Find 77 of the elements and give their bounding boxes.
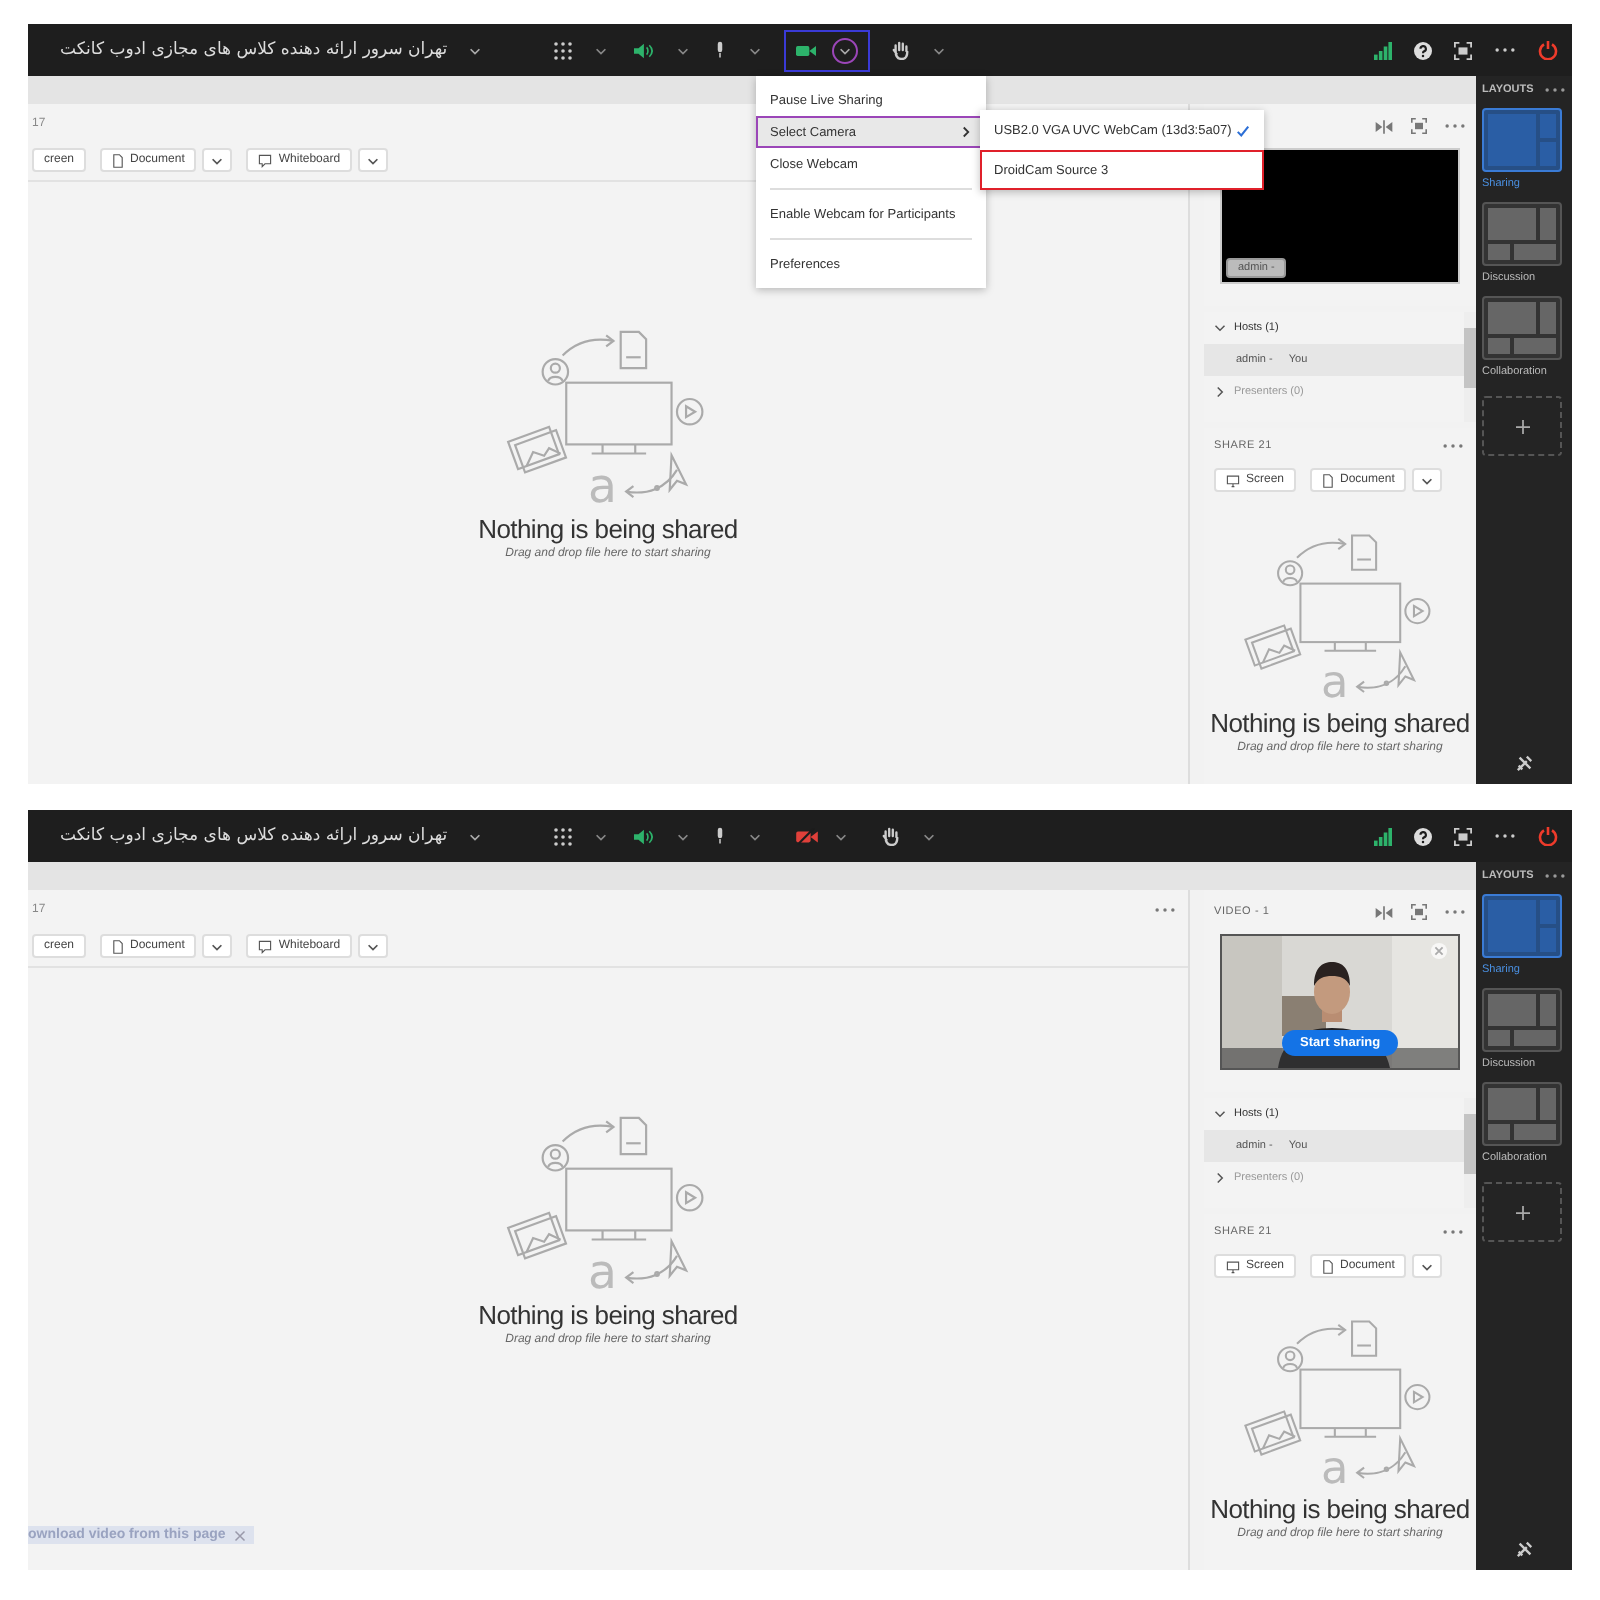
dropdown-button[interactable]	[358, 934, 389, 958]
tools-icon[interactable]	[1515, 754, 1533, 772]
power-icon[interactable]	[1538, 40, 1558, 60]
hand-icon[interactable]	[882, 826, 900, 846]
grid-icon[interactable]	[554, 41, 572, 59]
meeting-title: تهران سرور ارائه دهنده کلاس های مجازی ادوب کانکت	[60, 826, 448, 846]
signal-icon[interactable]	[1374, 827, 1392, 845]
chevron-down-icon[interactable]	[838, 43, 852, 57]
camera-icon[interactable]	[796, 43, 816, 57]
plus-icon	[1515, 1205, 1529, 1219]
more-icon[interactable]	[1544, 86, 1566, 94]
chevron-down-icon	[1214, 322, 1226, 334]
chevron-down-icon	[366, 153, 381, 167]
letter-glyph: a	[588, 457, 617, 509]
tools-icon[interactable]	[1515, 1540, 1533, 1558]
dropdown-button[interactable]	[1412, 468, 1443, 492]
chevron-down-icon[interactable]	[594, 43, 608, 57]
scrollbar[interactable]	[1464, 312, 1476, 422]
chevron-down-icon[interactable]	[932, 43, 946, 57]
chevron-down-icon	[1214, 1108, 1226, 1120]
letter-glyph: a	[1321, 656, 1349, 703]
chevron-right-icon	[960, 126, 972, 138]
empty-state-title: Nothing is being shared	[478, 1299, 738, 1329]
speaker-icon[interactable]	[632, 41, 654, 59]
chevron-down-icon	[366, 939, 381, 953]
microphone-icon[interactable]	[714, 40, 726, 60]
chevron-down-icon[interactable]	[748, 43, 762, 57]
hand-icon[interactable]	[892, 40, 910, 60]
chevron-down-icon	[1420, 473, 1435, 487]
chevron-down-icon[interactable]	[594, 829, 608, 843]
fullscreen-icon[interactable]	[1454, 41, 1472, 59]
speaker-icon[interactable]	[632, 827, 654, 845]
power-icon[interactable]	[1538, 826, 1558, 846]
meeting-title: تهران سرور ارائه دهنده کلاس های مجازی ادوب کانکت	[60, 40, 448, 60]
dropdown-button[interactable]	[202, 148, 233, 172]
dropdown-button[interactable]	[202, 934, 233, 958]
document-icon	[1322, 1259, 1335, 1273]
microphone-icon[interactable]	[714, 826, 726, 846]
mirror-icon[interactable]	[1374, 119, 1394, 133]
scrollbar[interactable]	[1464, 1098, 1476, 1208]
grid-icon[interactable]	[554, 827, 572, 845]
chevron-down-icon[interactable]	[467, 43, 482, 57]
chevron-down-icon[interactable]	[748, 829, 762, 843]
chevron-right-icon	[1214, 1172, 1226, 1184]
chevron-down-icon	[210, 153, 225, 167]
chevron-down-icon[interactable]	[834, 829, 848, 843]
chevron-down-icon[interactable]	[676, 829, 690, 843]
more-icon[interactable]	[1494, 46, 1516, 54]
whiteboard-icon	[258, 153, 273, 167]
more-icon[interactable]	[1544, 872, 1566, 880]
empty-state-title: Nothing is being shared	[1210, 1493, 1470, 1523]
chevron-down-icon	[1420, 1259, 1435, 1273]
chevron-down-icon	[210, 939, 225, 953]
mirror-icon[interactable]	[1374, 905, 1394, 919]
camera-off-icon[interactable]	[796, 827, 818, 845]
chevron-down-icon[interactable]	[676, 43, 690, 57]
document-icon	[112, 153, 125, 167]
plus-icon	[1515, 419, 1529, 433]
document-icon	[1322, 473, 1335, 487]
monitor-icon	[1226, 1259, 1240, 1273]
signal-icon[interactable]	[1374, 41, 1392, 59]
dropdown-button[interactable]	[1412, 1254, 1443, 1278]
help-icon[interactable]	[1414, 827, 1432, 845]
empty-state-title: Nothing is being shared	[478, 513, 738, 543]
document-icon	[112, 939, 125, 953]
more-icon[interactable]	[1494, 832, 1516, 840]
fullscreen-icon[interactable]	[1454, 827, 1472, 845]
chevron-right-icon	[1214, 386, 1226, 398]
monitor-icon	[1226, 473, 1240, 487]
chevron-down-icon[interactable]	[922, 829, 936, 843]
help-icon[interactable]	[1414, 41, 1432, 59]
chevron-down-icon[interactable]	[467, 829, 482, 843]
empty-state-title: Nothing is being shared	[1210, 707, 1470, 737]
letter-glyph: a	[1321, 1442, 1349, 1489]
letter-glyph: a	[588, 1243, 617, 1295]
dropdown-button[interactable]	[358, 148, 389, 172]
whiteboard-icon	[258, 939, 273, 953]
